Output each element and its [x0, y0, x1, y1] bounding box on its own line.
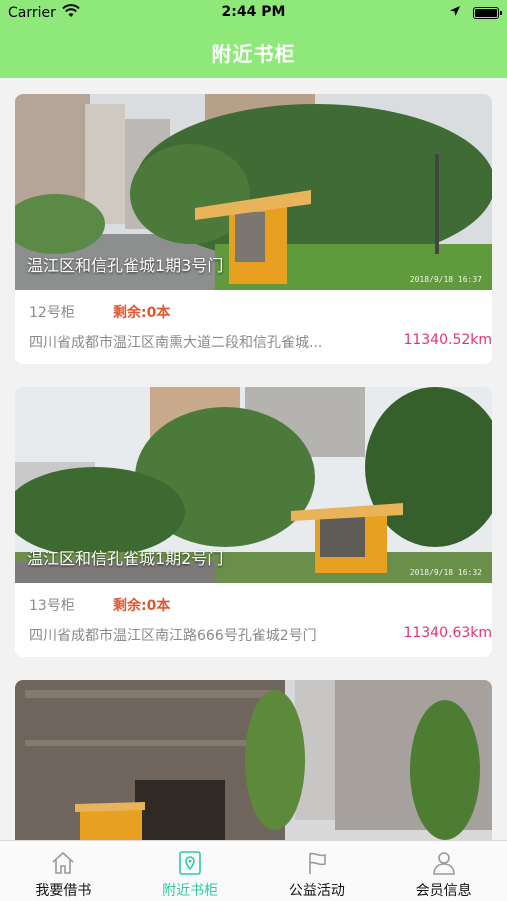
page-title: 附近书柜: [211, 42, 296, 66]
battery-icon: [473, 7, 502, 19]
cabinet-card[interactable]: 温江区和信孔雀城1期2号门 2018/9/18 16:32 13号柜 剩余:0本…: [15, 387, 492, 657]
location-arrow-icon: [450, 6, 460, 16]
tab-label: 我要借书: [35, 883, 92, 899]
cabinet-photo: 温江区和信孔雀城1期3号门 2018/9/18 16:37: [15, 94, 492, 290]
cabinet-number: 12号柜: [29, 305, 75, 321]
tab-charity-events[interactable]: 公益活动: [254, 841, 381, 901]
photo-timestamp: 2018/9/18 16:32: [409, 568, 482, 577]
cabinet-photo: [15, 680, 492, 840]
remaining-count: 剩余:0本: [113, 305, 171, 321]
cabinet-card[interactable]: 温江区和信孔雀城1期3号门 2018/9/18 16:37 12号柜 剩余:0本…: [15, 94, 492, 364]
tab-member-info[interactable]: 会员信息: [380, 841, 507, 901]
remaining-count: 剩余:0本: [113, 598, 171, 614]
cabinet-location-title: 温江区和信孔雀城1期3号门: [27, 256, 224, 275]
tab-label: 公益活动: [288, 883, 345, 899]
person-icon: [432, 852, 455, 875]
cabinet-address: 四川省成都市温江区南江路666号孔雀城2号门: [29, 628, 317, 644]
tab-nearby-cabinets[interactable]: 附近书柜: [127, 841, 254, 901]
status-bar: Carrier 2:44 PM: [0, 0, 507, 27]
nav-bar: 附近书柜: [0, 27, 507, 78]
tab-borrow-books[interactable]: 我要借书: [0, 841, 127, 901]
flag-icon: [309, 852, 326, 874]
cabinet-number: 13号柜: [29, 598, 75, 614]
cabinet-photo: 温江区和信孔雀城1期2号门 2018/9/18 16:32: [15, 387, 492, 583]
map-pin-icon: [179, 851, 201, 875]
cabinet-info: 12号柜 剩余:0本 四川省成都市温江区南熏大道二段和信孔雀城... 11340…: [15, 290, 492, 364]
tab-label: 会员信息: [415, 883, 472, 899]
clock: 2:44 PM: [221, 4, 286, 20]
photo-timestamp: 2018/9/18 16:37: [409, 275, 482, 284]
cabinet-address: 四川省成都市温江区南熏大道二段和信孔雀城...: [29, 335, 323, 351]
tab-bar: 我要借书 附近书柜 公益活动 会员信息: [0, 840, 507, 901]
cabinet-location-title: 温江区和信孔雀城1期2号门: [27, 549, 224, 568]
cabinet-info: 13号柜 剩余:0本 四川省成都市温江区南江路666号孔雀城2号门 11340.…: [15, 583, 492, 657]
cabinet-distance: 11340.52km: [403, 332, 492, 348]
cabinet-card[interactable]: [15, 680, 492, 840]
cabinet-distance: 11340.63km: [403, 625, 492, 641]
cabinet-list[interactable]: 温江区和信孔雀城1期3号门 2018/9/18 16:37 12号柜 剩余:0本…: [0, 78, 507, 840]
home-icon: [52, 851, 74, 874]
tab-label: 附近书柜: [162, 883, 219, 899]
